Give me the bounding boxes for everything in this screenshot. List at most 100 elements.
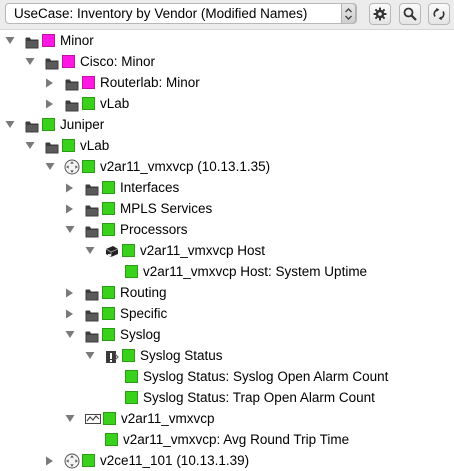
status-indicator — [42, 118, 55, 131]
tree-row[interactable]: vLab — [0, 135, 454, 156]
tree-row[interactable]: v2ar11_vmxvcp — [0, 408, 454, 429]
tree-item-label: Interfaces — [120, 180, 180, 195]
status-indicator — [82, 160, 95, 173]
tree-item-label: Syslog Status: Trap Open Alarm Count — [143, 390, 375, 405]
refresh-button[interactable] — [428, 3, 450, 25]
collapse-toggle-icon[interactable] — [5, 30, 15, 51]
status-indicator — [102, 328, 115, 341]
folder-icon — [85, 286, 99, 301]
status-indicator — [125, 391, 138, 404]
tree-row[interactable]: v2ce11_101 (10.13.1.39) — [0, 450, 454, 471]
tree-row[interactable]: Specific — [0, 303, 454, 324]
expand-toggle-icon[interactable] — [45, 72, 55, 93]
tree-row[interactable]: Minor — [0, 30, 454, 51]
refresh-icon — [433, 7, 445, 21]
tree-item-label: v2ar11_vmxvcp — [121, 411, 215, 426]
expand-toggle-icon[interactable] — [65, 282, 75, 303]
tree-item-label: v2ar11_vmxvcp (10.13.1.35) — [100, 159, 271, 174]
status-indicator — [62, 139, 75, 152]
tree-row[interactable]: Interfaces — [0, 177, 454, 198]
tree-item-label: MPLS Services — [120, 201, 213, 216]
tree-row[interactable]: Routing — [0, 282, 454, 303]
collapse-toggle-icon[interactable] — [65, 408, 75, 429]
folder-icon — [65, 76, 79, 91]
folder-icon — [85, 202, 99, 217]
status-indicator — [82, 97, 95, 110]
tree-item-label: Syslog Status: Syslog Open Alarm Count — [143, 369, 389, 384]
tree-item-label: v2ar11_vmxvcp: Avg Round Trip Time — [123, 432, 350, 447]
collapse-toggle-icon[interactable] — [65, 219, 75, 240]
tree-row[interactable]: Syslog Status — [0, 345, 454, 366]
tree-item-label: v2ar11_vmxvcp Host — [140, 243, 266, 258]
status-indicator — [122, 244, 135, 257]
device-icon — [64, 159, 80, 175]
status-indicator — [102, 307, 115, 320]
status-indicator — [82, 454, 95, 467]
tree-row[interactable]: v2ar11_vmxvcp: Avg Round Trip Time — [0, 429, 454, 450]
alert-icon — [105, 349, 119, 363]
folder-icon — [25, 118, 39, 133]
tree-row[interactable]: vLab — [0, 93, 454, 114]
status-indicator — [102, 181, 115, 194]
status-indicator — [42, 34, 55, 47]
status-indicator — [125, 370, 138, 383]
folder-icon — [65, 97, 79, 112]
folder-icon — [85, 328, 99, 343]
tree-item-label: v2ar11_vmxvcp Host: System Uptime — [143, 264, 368, 279]
tree-row[interactable]: v2ar11_vmxvcp (10.13.1.35) — [0, 156, 454, 177]
device-icon — [64, 453, 80, 469]
search-icon — [403, 7, 417, 21]
folder-icon — [85, 223, 99, 238]
tree-row[interactable]: Syslog Status: Syslog Open Alarm Count — [0, 366, 454, 387]
expand-toggle-icon[interactable] — [65, 198, 75, 219]
tree-row[interactable]: Processors — [0, 219, 454, 240]
collapse-toggle-icon[interactable] — [85, 345, 95, 366]
collapse-toggle-icon[interactable] — [25, 135, 35, 156]
folder-icon — [85, 307, 99, 322]
tree-row[interactable]: Syslog Status: Trap Open Alarm Count — [0, 387, 454, 408]
tree-row[interactable]: Juniper — [0, 114, 454, 135]
tree-item-label: Syslog Status — [140, 348, 223, 363]
status-indicator — [62, 55, 75, 68]
inventory-tree: Minor Cisco: Minor Routerlab: Minor vLab Jun… — [0, 30, 454, 471]
settings-button[interactable] — [369, 3, 391, 25]
tree-row[interactable]: Cisco: Minor — [0, 51, 454, 72]
tree-row[interactable]: Routerlab: Minor — [0, 72, 454, 93]
status-indicator — [122, 349, 135, 362]
collapse-toggle-icon[interactable] — [85, 240, 95, 261]
tree-row[interactable]: v2ar11_vmxvcp Host — [0, 240, 454, 261]
tree-row[interactable]: MPLS Services — [0, 198, 454, 219]
tree-item-label: Routerlab: Minor — [100, 75, 200, 90]
tree-item-label: Cisco: Minor — [80, 54, 156, 69]
tree-item-label: Minor — [60, 33, 94, 48]
collapse-toggle-icon[interactable] — [5, 114, 15, 135]
usecase-selector[interactable]: UseCase: Inventory by Vendor (Modified N… — [5, 3, 357, 24]
expand-toggle-icon[interactable] — [65, 303, 75, 324]
status-indicator — [125, 265, 138, 278]
expand-toggle-icon[interactable] — [45, 93, 55, 114]
folder-icon — [85, 181, 99, 196]
tree-item-label: Routing — [120, 285, 167, 300]
tree-row[interactable]: v2ar11_vmxvcp Host: System Uptime — [0, 261, 454, 282]
ping-monitor-icon — [85, 411, 101, 427]
tree-item-label: Juniper — [60, 117, 105, 132]
folder-icon — [45, 55, 59, 70]
selector-arrows-icon[interactable] — [341, 4, 356, 23]
status-indicator — [102, 286, 115, 299]
status-indicator — [102, 223, 115, 236]
usecase-selector-value: UseCase: Inventory by Vendor (Modified N… — [14, 6, 308, 21]
collapse-toggle-icon[interactable] — [65, 324, 75, 345]
expand-toggle-icon[interactable] — [65, 177, 75, 198]
tree-item-label: v2ce11_101 (10.13.1.39) — [100, 453, 250, 468]
tree-item-label: vLab — [80, 138, 110, 153]
status-indicator — [105, 433, 118, 446]
gear-icon — [373, 7, 387, 21]
tree-row[interactable]: Syslog — [0, 324, 454, 345]
status-indicator — [102, 202, 115, 215]
search-button[interactable] — [399, 3, 421, 25]
host-icon — [105, 244, 119, 258]
expand-toggle-icon[interactable] — [45, 450, 55, 471]
collapse-toggle-icon[interactable] — [25, 51, 35, 72]
tree-item-label: Specific — [120, 306, 168, 321]
collapse-toggle-icon[interactable] — [45, 156, 55, 177]
